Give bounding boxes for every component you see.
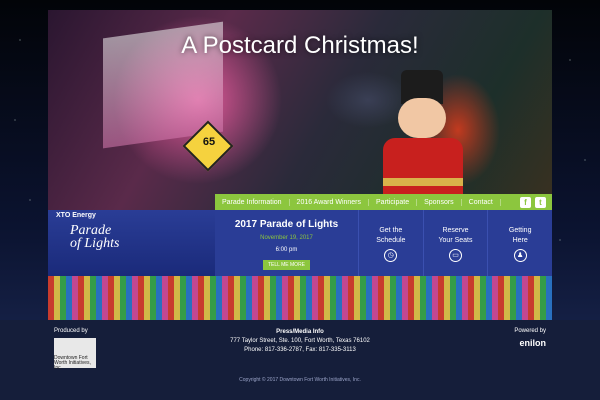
- twitter-icon[interactable]: t: [535, 196, 546, 208]
- dfw-logo-text: Downtown Fort Worth Initiatives, Inc.: [54, 355, 91, 371]
- tile-directions-label1: Getting: [508, 227, 532, 234]
- nutcracker-balloon: [383, 70, 463, 210]
- tile-directions[interactable]: Getting Here ♟: [487, 210, 553, 276]
- footer: Produced by Downtown Fort Worth Initiati…: [0, 320, 600, 400]
- tile-schedule-label1: Get the: [379, 227, 403, 234]
- person-icon: ♟: [513, 249, 527, 262]
- nutcracker-head: [398, 98, 446, 138]
- logo-title: Parade of Lights: [70, 224, 120, 251]
- facebook-icon[interactable]: f: [520, 196, 531, 208]
- tile-seats-label2: Your Seats: [438, 237, 473, 244]
- event-time: 6:00 pm: [275, 247, 298, 253]
- logo-title-line2: of Lights: [70, 236, 120, 251]
- press-phone: Phone: 817-336-2787, Fax: 817-335-3113: [244, 347, 356, 353]
- nav-participate[interactable]: Participate: [369, 198, 418, 206]
- main-nav: Parade Information 2016 Award Winners Pa…: [215, 194, 552, 210]
- tile-directions-label2: Here: [512, 237, 528, 244]
- nav-contact[interactable]: Contact: [462, 198, 501, 206]
- produced-by-label: Produced by: [54, 328, 88, 334]
- press-title[interactable]: Press/Media Info: [200, 328, 400, 337]
- nav-sponsors[interactable]: Sponsors: [417, 198, 462, 206]
- tile-schedule-label2: Schedule: [376, 237, 406, 244]
- speed-limit-number: 65: [202, 136, 216, 148]
- press-info: Press/Media Info 777 Taylor Street, Ste.…: [200, 328, 400, 355]
- clock-icon: ◷: [384, 249, 398, 262]
- event-date: November 19, 2017: [260, 235, 313, 241]
- logo-sponsor: XTO Energy: [56, 212, 96, 219]
- enilon-logo[interactable]: enilon: [512, 338, 547, 348]
- tell-me-more-button[interactable]: TELL ME MORE: [262, 260, 311, 270]
- hero-title: A Postcard Christmas!: [181, 32, 419, 59]
- nav-award-winners[interactable]: 2016 Award Winners: [290, 198, 370, 206]
- parade-logo[interactable]: XTO Energy Parade of Lights: [48, 210, 215, 276]
- nutcracker-belt: [383, 178, 463, 186]
- tile-seats-label1: Reserve: [442, 227, 469, 234]
- event-title: 2017 Parade of Lights: [234, 219, 339, 230]
- nav-parade-information[interactable]: Parade Information: [215, 198, 290, 206]
- event-info-panel: 2017 Parade of Lights November 19, 2017 …: [215, 210, 358, 276]
- tile-schedule[interactable]: Get the Schedule ◷: [358, 210, 423, 276]
- press-address: 777 Taylor Street, Ste. 100, Fort Worth,…: [230, 338, 370, 344]
- powered-by-label: Powered by: [514, 328, 546, 334]
- parade-lights-image: [48, 276, 552, 320]
- tile-seats[interactable]: Reserve Your Seats ▭: [422, 210, 488, 276]
- ticket-icon: ▭: [449, 249, 462, 262]
- copyright: Copyright © 2017 Downtown Fort Worth Ini…: [239, 377, 361, 383]
- hero-banner-image: 65 A Postcard Christmas!: [48, 10, 552, 210]
- social-links: f t: [520, 196, 552, 208]
- quick-links: Get the Schedule ◷ Reserve Your Seats ▭ …: [358, 210, 553, 276]
